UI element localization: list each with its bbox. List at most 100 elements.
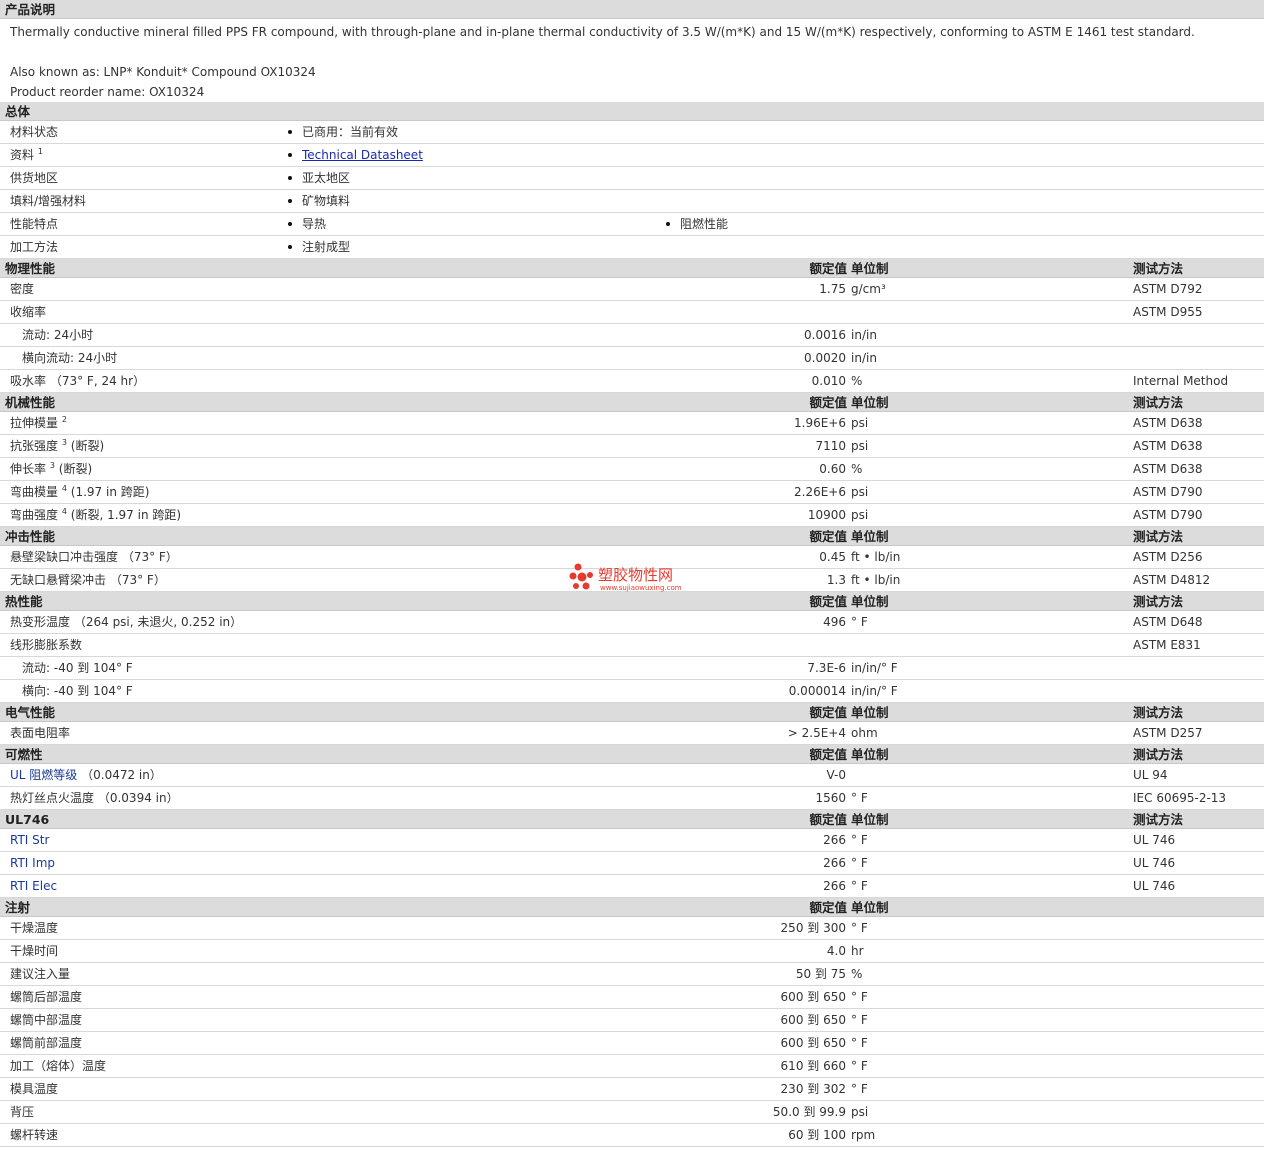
unit: psi bbox=[851, 508, 869, 522]
property-label: 背压 bbox=[10, 1101, 34, 1124]
section-header: 冲击性能 额定值 单位制 测试方法 bbox=[0, 527, 1264, 546]
property-label: 密度 bbox=[10, 278, 34, 301]
nominal-value: 0.60 bbox=[819, 462, 846, 476]
test-method: UL 94 bbox=[1133, 768, 1168, 782]
property-label: 模具温度 bbox=[10, 1078, 58, 1101]
unit: % bbox=[851, 967, 863, 981]
row-label: 材料状态 bbox=[10, 121, 58, 144]
label-text: RTI Elec bbox=[10, 879, 58, 893]
property-label: 加工（熔体）温度 bbox=[10, 1055, 106, 1078]
nominal-value: 50 到 75 bbox=[795, 967, 846, 981]
property-label: 螺杆转速 bbox=[10, 1124, 58, 1147]
section-title: 热性能 bbox=[5, 594, 43, 609]
nominal-value: 50.0 到 99.9 bbox=[772, 1105, 846, 1119]
property-label: 干燥温度 bbox=[10, 917, 58, 940]
test-method: ASTM D790 bbox=[1133, 508, 1203, 522]
nominal-value: V-0 bbox=[826, 768, 846, 782]
test-method: ASTM D955 bbox=[1133, 305, 1203, 319]
watermark-title: 塑胶物性网 bbox=[598, 566, 674, 584]
property-label: 拉伸模量 2 bbox=[10, 412, 67, 435]
property-row: 拉伸模量 2 1.96E+6 psi ASTM D638 bbox=[0, 412, 1264, 435]
nominal-value: 1.96E+6 bbox=[794, 416, 846, 430]
unit: ft • lb/in bbox=[851, 550, 901, 564]
label-text: 抗张强度 bbox=[10, 439, 59, 453]
section-header: 注射 额定值 单位制 bbox=[0, 898, 1264, 917]
nominal-value: 7110 bbox=[815, 439, 846, 453]
bullet-icon bbox=[288, 175, 292, 180]
column-header-unit: 单位制 bbox=[851, 747, 889, 762]
property-row: RTI Str 266 ° F UL 746 bbox=[0, 829, 1264, 852]
column-header-test: 测试方法 bbox=[1133, 529, 1184, 544]
nominal-value: 266 bbox=[823, 879, 846, 893]
column-header-test: 测试方法 bbox=[1133, 812, 1184, 827]
section-header: 物理性能 额定值 单位制 测试方法 bbox=[0, 259, 1264, 278]
unit: ° F bbox=[851, 856, 868, 870]
test-method: ASTM D638 bbox=[1133, 416, 1203, 430]
column-header-value: 额定值 bbox=[809, 705, 847, 720]
label-text: 弯曲模量 bbox=[10, 485, 59, 499]
property-label: 横向: -40 到 104° F bbox=[22, 680, 133, 703]
section-header-general: 总体 bbox=[0, 102, 1264, 121]
also-known-as: Also known as: LNP* Konduit* Compound OX… bbox=[10, 65, 316, 79]
test-method: UL 746 bbox=[1133, 879, 1176, 893]
datasheet-link[interactable]: Technical Datasheet bbox=[302, 148, 423, 162]
nominal-value: > 2.5E+4 bbox=[787, 726, 846, 740]
property-label: 线形膨胀系数 bbox=[10, 634, 82, 657]
section-header-description: 产品说明 bbox=[0, 0, 1264, 19]
section-header: 机械性能 额定值 单位制 测试方法 bbox=[0, 393, 1264, 412]
label-text: 干燥温度 bbox=[10, 921, 59, 935]
bullet-value: 注射成型 bbox=[288, 236, 350, 259]
column-header-test: 测试方法 bbox=[1133, 395, 1184, 410]
property-label: RTI Imp bbox=[10, 852, 55, 875]
property-label: 热变形温度 （264 psi, 未退火, 0.252 in） bbox=[10, 611, 242, 634]
nominal-value: 7.3E-6 bbox=[807, 661, 846, 675]
property-label: 螺筒后部温度 bbox=[10, 986, 82, 1009]
reorder-name: Product reorder name: OX10324 bbox=[10, 85, 205, 99]
property-row: 螺杆转速 60 到 100 rpm bbox=[0, 1124, 1264, 1147]
property-row: 螺筒后部温度 600 到 650 ° F bbox=[0, 986, 1264, 1009]
column-header-unit: 单位制 bbox=[851, 529, 889, 544]
bullet-icon bbox=[288, 221, 292, 226]
nominal-value: 0.0020 bbox=[804, 351, 846, 365]
property-row: RTI Elec 266 ° F UL 746 bbox=[0, 875, 1264, 898]
unit: ° F bbox=[851, 921, 868, 935]
bullet-icon bbox=[288, 129, 292, 134]
property-row: 收缩率 ASTM D955 bbox=[0, 301, 1264, 324]
label-text: RTI Imp bbox=[10, 856, 55, 870]
nominal-value: 250 到 300 bbox=[780, 921, 846, 935]
nominal-value: 0.0016 bbox=[804, 328, 846, 342]
unit: ° F bbox=[851, 833, 868, 847]
unit: in/in/° F bbox=[851, 661, 898, 675]
label-text: 横向: -40 到 104° F bbox=[22, 684, 133, 698]
label-text: 加工方法 bbox=[10, 240, 59, 254]
test-condition: (断裂) bbox=[58, 462, 93, 476]
bullet-icon bbox=[288, 244, 292, 249]
section-title: 产品说明 bbox=[5, 2, 56, 17]
property-label: 流动: -40 到 104° F bbox=[22, 657, 133, 680]
general-row: 填料/增强材料 矿物填料 bbox=[0, 190, 1264, 213]
bullet-text: 亚太地区 bbox=[302, 171, 351, 185]
label-text: 无缺口悬臂梁冲击 bbox=[10, 573, 107, 587]
property-label: 螺筒中部温度 bbox=[10, 1009, 82, 1032]
nominal-value: 1.3 bbox=[826, 573, 846, 587]
unit: ° F bbox=[851, 1036, 868, 1050]
label-text: 填料/增强材料 bbox=[10, 194, 87, 208]
bullet-value: 已商用：当前有效 bbox=[288, 121, 398, 144]
nominal-value: 1.75 bbox=[819, 282, 846, 296]
column-header-value: 额定值 bbox=[809, 812, 847, 827]
property-label: RTI Elec bbox=[10, 875, 57, 898]
section-title: 总体 bbox=[5, 104, 31, 119]
unit: % bbox=[851, 374, 863, 388]
unit: psi bbox=[851, 1105, 869, 1119]
label-text: 螺筒后部温度 bbox=[10, 990, 83, 1004]
property-label: 伸长率 3 (断裂) bbox=[10, 458, 92, 481]
unit: % bbox=[851, 462, 863, 476]
property-row: 横向: -40 到 104° F 0.000014 in/in/° F bbox=[0, 680, 1264, 703]
row-label: 加工方法 bbox=[10, 236, 58, 259]
test-method: ASTM D257 bbox=[1133, 726, 1203, 740]
property-label: 建议注入量 bbox=[10, 963, 70, 986]
property-label: 流动: 24小时 bbox=[22, 324, 93, 347]
bullet-icon bbox=[666, 221, 670, 226]
test-method: Internal Method bbox=[1133, 374, 1229, 388]
